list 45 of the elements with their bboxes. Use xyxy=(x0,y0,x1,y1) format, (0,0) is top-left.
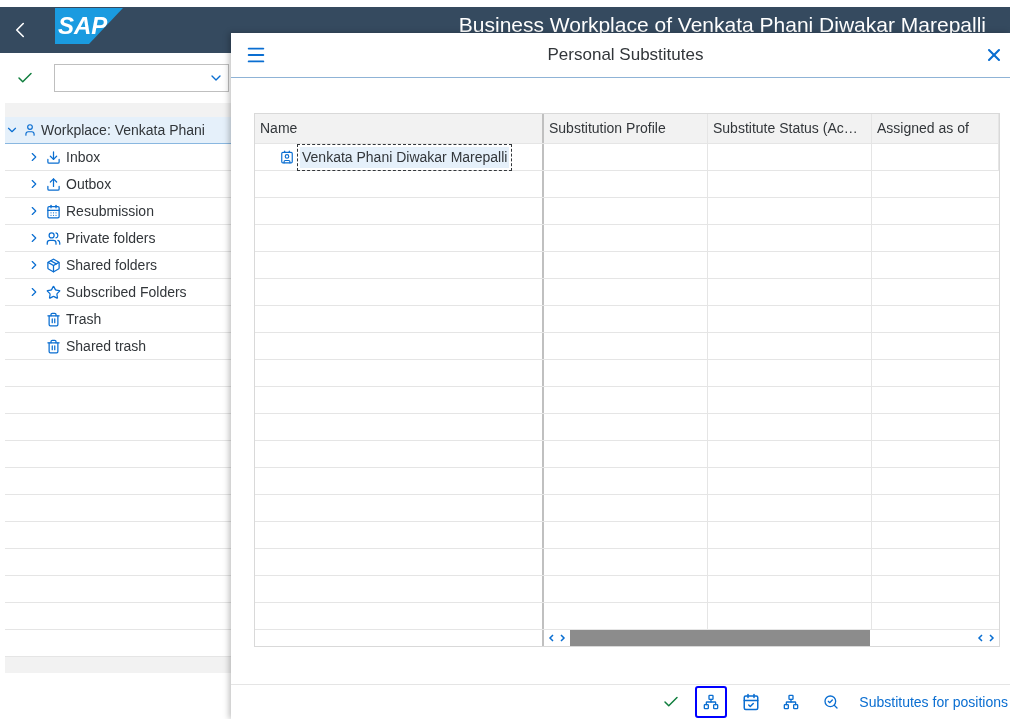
tree-row[interactable]: Resubmission xyxy=(5,198,231,225)
download-tray-icon xyxy=(46,149,61,165)
dialog-title: Personal Substitutes xyxy=(546,44,705,67)
trash-icon xyxy=(46,338,61,354)
tree-row[interactable]: Trash xyxy=(5,306,231,333)
tree-row[interactable]: Workplace: Venkata Phani xyxy=(5,117,231,144)
star-icon xyxy=(46,284,61,300)
tree-label: Inbox xyxy=(66,147,101,167)
user-icon xyxy=(23,123,37,137)
logo: SAP xyxy=(55,8,123,44)
calendar-icon xyxy=(46,203,61,219)
hierarchy-icon xyxy=(703,694,720,710)
search-icon xyxy=(823,694,840,710)
scroll-arrows-icon[interactable] xyxy=(547,633,567,643)
toolbar-button[interactable] xyxy=(695,686,728,718)
scroll-arrows-icon[interactable] xyxy=(976,633,996,643)
package-icon xyxy=(46,257,61,273)
people-icon xyxy=(46,230,61,246)
contact-card-icon xyxy=(280,150,294,164)
tree-row[interactable]: Private folders xyxy=(5,225,231,252)
tree-row[interactable]: Outbox xyxy=(5,171,231,198)
tree-label: Outbox xyxy=(66,174,112,194)
column-header[interactable]: Substitution Profile xyxy=(544,114,708,143)
column-header[interactable]: Substitute Status (Ac… xyxy=(708,114,872,143)
upload-tray-icon xyxy=(46,176,61,192)
tree-label: Resubmission xyxy=(66,201,154,221)
hierarchy-icon xyxy=(783,694,800,710)
command-field[interactable] xyxy=(54,64,229,92)
trash-icon xyxy=(46,311,61,327)
tree-label: Shared trash xyxy=(66,336,147,356)
tree-row[interactable]: Shared folders xyxy=(5,252,231,279)
substitutes-link[interactable]: Substitutes for positions xyxy=(859,691,1008,713)
tree-label: Shared folders xyxy=(66,255,158,275)
tree-label: Workplace: Venkata Phani xyxy=(41,120,205,140)
tree-row[interactable]: Inbox xyxy=(5,144,231,171)
scrollbar-thumb[interactable] xyxy=(570,630,870,646)
calendar-icon xyxy=(742,693,761,711)
table-cell[interactable]: Venkata Phani Diwakar Marepalli xyxy=(300,146,510,168)
column-header[interactable]: Assigned as of xyxy=(872,114,999,143)
tree-row[interactable]: Shared trash xyxy=(5,333,231,360)
tree-label: Private folders xyxy=(66,228,156,248)
tree-label: Trash xyxy=(66,309,102,329)
window-title: Business Workplace of Venkata Phani Diwakar Marepalli xyxy=(458,12,986,39)
tree-row[interactable]: Subscribed Folders xyxy=(5,279,231,306)
tree-label: Subscribed Folders xyxy=(66,282,187,302)
